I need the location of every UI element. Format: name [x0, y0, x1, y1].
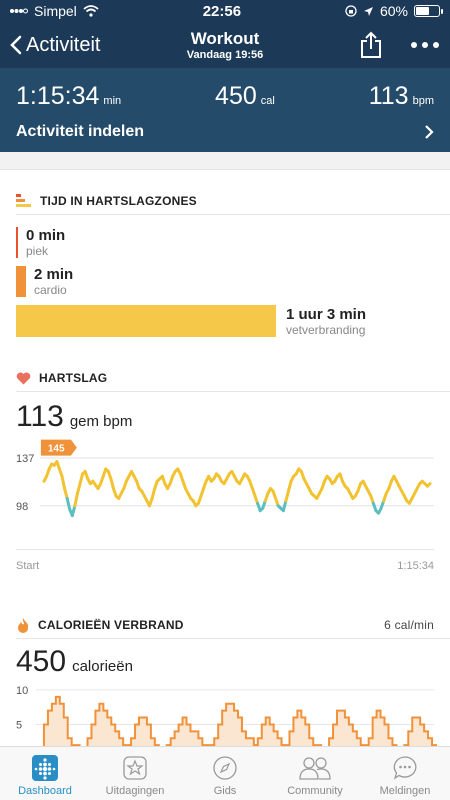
compass-icon [213, 756, 237, 780]
title-text: Workout [190, 29, 260, 48]
avg-heart-rate-label: gem bpm [69, 413, 133, 430]
hr-line-segment [63, 487, 69, 500]
hr-line-segment [60, 474, 67, 491]
tab-challenges[interactable]: Uitdagingen [90, 747, 180, 800]
heart-rate-title: HARTSLAG [39, 371, 108, 385]
clock: 22:56 [202, 2, 242, 20]
zone-cardio-label: cardio [34, 283, 67, 297]
status-bar: Simpel 22:56 60% [0, 0, 450, 22]
hr-line-segment [425, 482, 432, 488]
calories-total: 450 [16, 645, 67, 678]
page-title: Workout Vandaag 19:56 [187, 29, 263, 61]
hr-line-segment [78, 472, 85, 486]
hr-max-label: 145 [48, 444, 65, 455]
subtitle-text: Vandaag 19:56 [186, 49, 264, 61]
rotation-lock-icon [345, 5, 357, 17]
hr-line-segment [281, 499, 288, 513]
heart-icon [16, 372, 31, 384]
heart-rate-chart[interactable]: 98 137 145 [0, 434, 450, 544]
hr-line-segment [70, 504, 77, 518]
chevron-left-icon [10, 35, 22, 55]
zone-peak: 0 min piek [16, 227, 434, 258]
fat-burn-bar [16, 305, 276, 337]
signal-icon [10, 8, 28, 14]
fitbit-dots-icon [32, 755, 58, 781]
zone-fat-burn: 1 uur 3 min vetverbranding [16, 305, 434, 337]
calorie-rate: 6 cal/min [384, 618, 434, 632]
tab-community[interactable]: Community [270, 747, 360, 800]
zone-peak-label: piek [26, 244, 49, 258]
app-header: Simpel 22:56 60% Activiteit Workout Vand… [0, 0, 450, 152]
calories-section: CALORIEËN VERBRAND 6 cal/min 450 calorie… [0, 572, 450, 764]
hr-line-segment [75, 482, 82, 496]
back-label: Activiteit [26, 33, 101, 56]
tab-challenges-label: Uitdagingen [105, 785, 165, 797]
tab-notifications-label: Meldingen [379, 785, 431, 797]
nav-bar: Activiteit Workout Vandaag 19:56 [0, 22, 450, 68]
tab-dashboard-label: Dashboard [18, 785, 72, 797]
calories-title: CALORIEËN VERBRAND [38, 618, 184, 632]
heart-rate-zones-section: TIJD IN HARTSLAGZONES 0 min piek 2 min car… [0, 170, 450, 337]
more-options-icon[interactable] [410, 41, 440, 49]
zone-cardio-value: 2 min [34, 266, 74, 283]
hr-line-segment [65, 496, 72, 511]
hr-y-tick-0: 98 [16, 501, 28, 513]
calories-header: CALORIEËN VERBRAND 6 cal/min [0, 612, 450, 638]
zones-title: TIJD IN HARTSLAGZONES [40, 194, 197, 208]
zone-peak-value: 0 min [26, 227, 66, 244]
duration-stat: 1:15:34 min [16, 82, 122, 110]
classify-activity-link[interactable]: Activiteit indelen [16, 123, 434, 141]
cal-y-tick-1: 10 [16, 685, 28, 697]
location-icon [363, 6, 373, 16]
workout-summary: 1:15:34 min 450 cal 113 bpm Activiteit inde… [0, 68, 450, 152]
tab-bar: Dashboard Uitdagingen Gids Community Mel… [0, 746, 450, 800]
share-icon[interactable] [360, 31, 382, 59]
cal-y-tick-0: 5 [16, 719, 22, 731]
hr-y-tick-1: 137 [16, 453, 34, 465]
calories-stat: 450 cal [215, 82, 275, 110]
hr-line-segment [286, 479, 293, 493]
hr-line-segment [150, 487, 157, 500]
tab-guide-label: Gids [213, 785, 237, 797]
zone-cardio: 2 min cardio [16, 266, 434, 297]
people-icon [299, 757, 331, 780]
star-badge-icon [123, 756, 147, 780]
heart-rate-section: HARTSLAG 113 gem bpm 98 137 145 Start 1:15… [0, 337, 450, 572]
zone-fat-label: vetverbranding [286, 322, 366, 337]
battery-icon [413, 5, 443, 17]
hr-line-segment [284, 489, 290, 503]
hr-line-segment [109, 477, 115, 491]
classify-activity-label: Activiteit indelen [16, 123, 145, 140]
x-axis-start-label: Start [16, 560, 40, 572]
tab-dashboard[interactable]: Dashboard [0, 747, 90, 800]
zones-header: TIJD IN HARTSLAGZONES [0, 188, 450, 214]
chat-bubble-icon [393, 756, 417, 780]
zones-bars-icon [16, 194, 31, 207]
tab-community-label: Community [287, 785, 343, 797]
tab-notifications[interactable]: Meldingen [360, 747, 450, 800]
battery-percent: 60% [379, 3, 408, 19]
back-button[interactable]: Activiteit [10, 34, 100, 57]
hr-line-segment [73, 492, 79, 508]
section-divider [0, 152, 450, 170]
avg-heart-rate: 113 [16, 400, 64, 433]
zone-fat-value: 1 uur 3 min [286, 305, 367, 323]
tab-guide[interactable]: Gids [180, 747, 270, 800]
x-axis-end-label: 1:15:34 [397, 560, 434, 572]
flame-icon [18, 618, 29, 633]
chevron-right-icon [425, 125, 434, 139]
calories-total-label: calorieën [72, 658, 133, 675]
heart-rate-stat: 113 bpm [368, 82, 434, 110]
carrier-name: Simpel [34, 3, 77, 19]
wifi-icon [83, 5, 99, 17]
heart-rate-header: HARTSLAG [0, 365, 450, 391]
